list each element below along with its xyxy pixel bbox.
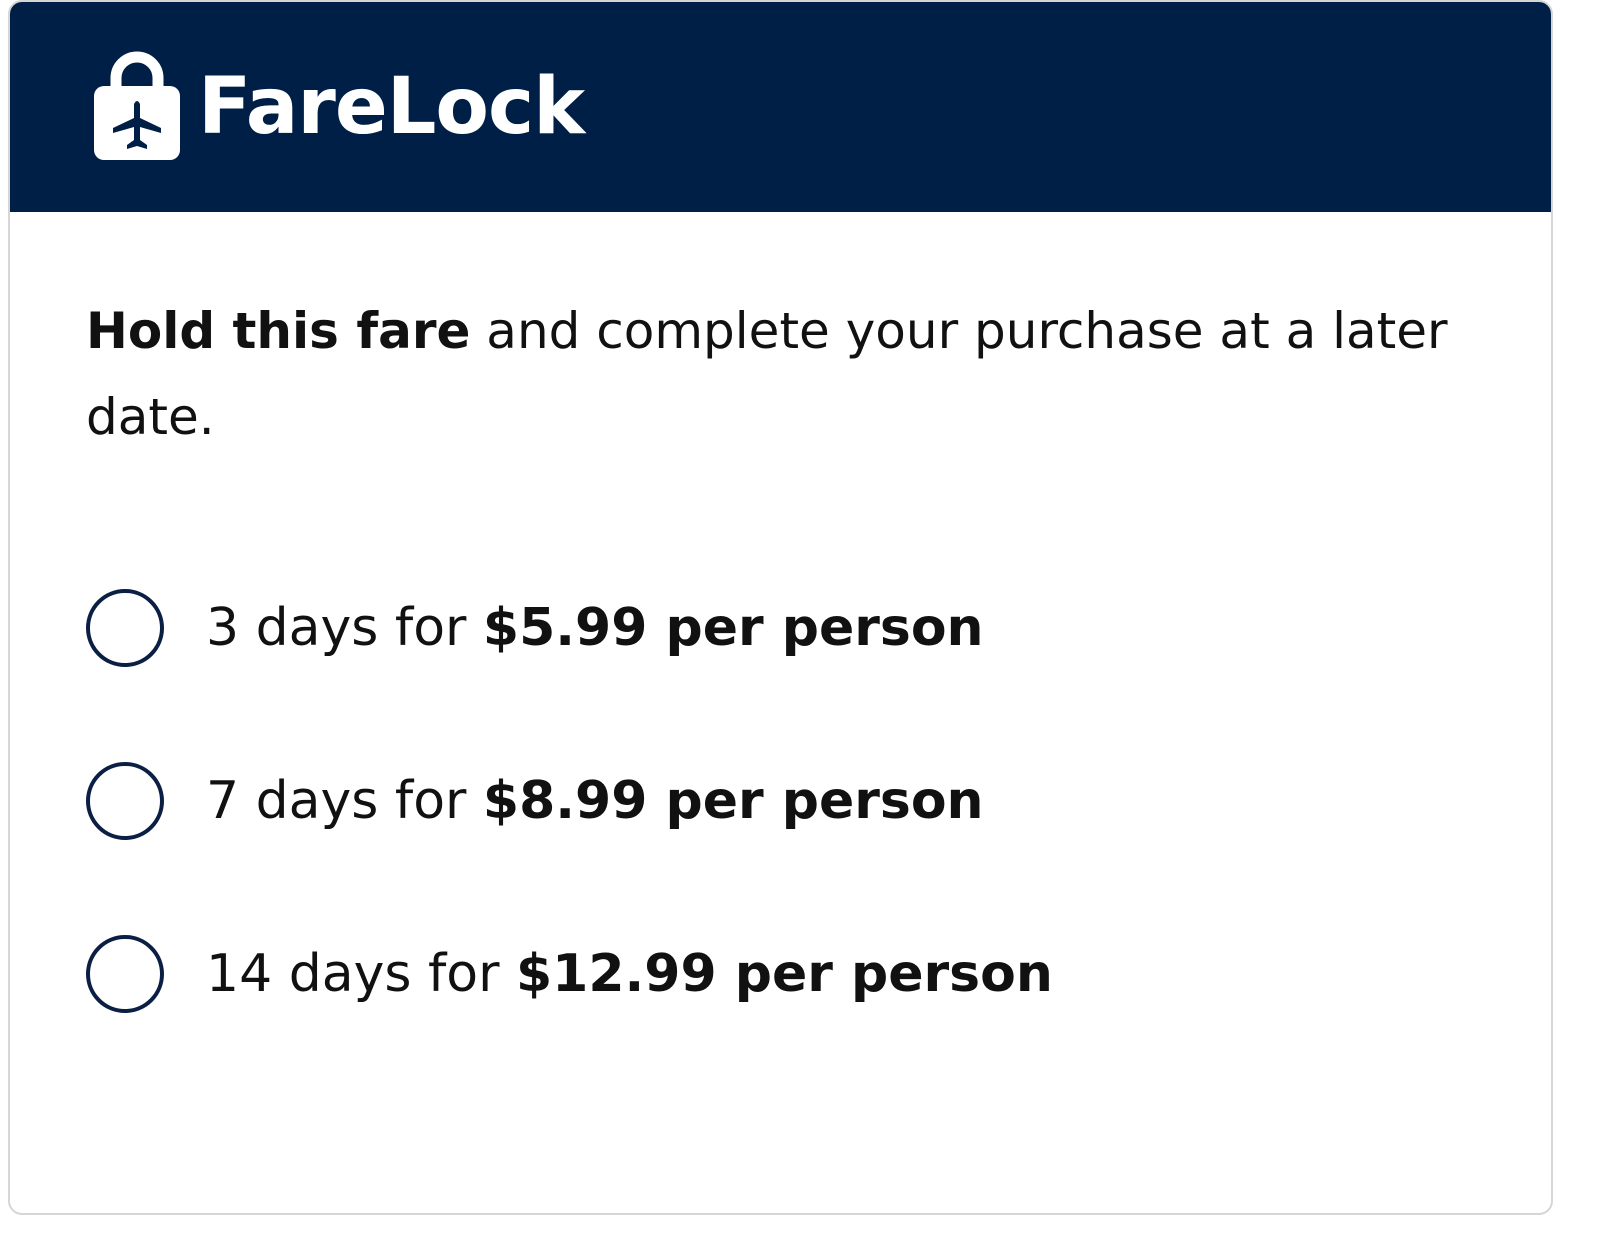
option-label: 3 days for $5.99 per person [206,598,984,658]
option-price: $8.99 per person [482,771,984,831]
option-duration: 7 days for [206,771,483,831]
option-duration: 14 days for [206,944,516,1004]
lock-plane-icon [94,51,180,160]
option-price: $12.99 per person [516,944,1053,1004]
farelock-card: FareLock Hold this fare and complete you… [8,0,1553,1215]
option-duration: 3 days for [206,598,483,658]
option-label: 7 days for $8.99 per person [206,771,984,831]
radio-button[interactable] [86,589,164,667]
page-title: FareLock [198,62,585,152]
option-price: $5.99 per person [482,598,984,658]
description-text: Hold this fare and complete your purchas… [86,288,1506,460]
radio-button[interactable] [86,762,164,840]
farelock-header: FareLock [10,2,1551,212]
radio-button[interactable] [86,935,164,1013]
option-7-days[interactable]: 7 days for $8.99 per person [86,756,984,846]
option-3-days[interactable]: 3 days for $5.99 per person [86,583,984,673]
option-label: 14 days for $12.99 per person [206,944,1053,1004]
description-bold: Hold this fare [86,302,471,360]
option-14-days[interactable]: 14 days for $12.99 per person [86,929,1053,1019]
